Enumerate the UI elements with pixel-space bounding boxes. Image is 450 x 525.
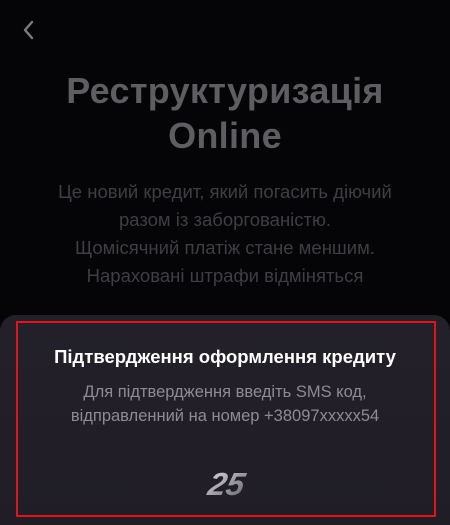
- highlight-frame: [16, 321, 436, 517]
- page-title-line-1: Реструктуризація: [66, 70, 384, 111]
- page-title-line-2: Online: [168, 115, 282, 156]
- description-line-2: разом із заборгованістю.: [118, 209, 332, 230]
- chevron-left-icon: [23, 20, 34, 40]
- description-line-1: Це новий кредит, який погасить діючий: [58, 181, 392, 202]
- description: Це новий кредит, який погасить діючий ра…: [0, 178, 450, 290]
- page-title: Реструктуризація Online: [0, 68, 450, 158]
- description-line-3: Щомісячний платіж стане меншим.: [75, 237, 375, 258]
- description-line-4: Нараховані штрафи відміняться: [86, 265, 364, 286]
- screen: Реструктуризація Online Це новий кредит,…: [0, 0, 450, 525]
- back-button[interactable]: [14, 16, 42, 44]
